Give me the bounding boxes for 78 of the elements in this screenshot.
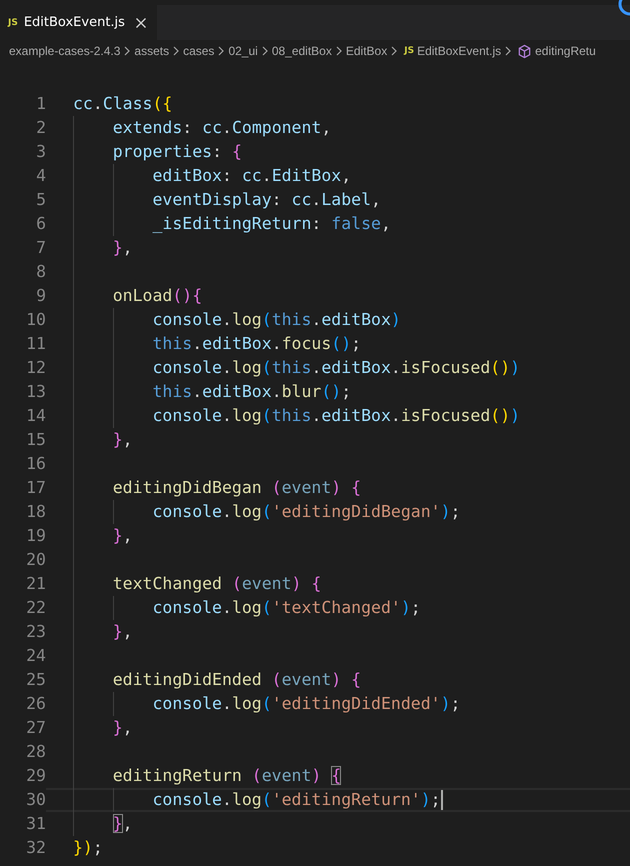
code-line: },	[112, 718, 133, 738]
breadcrumb-item[interactable]: EditBoxEvent.js	[417, 44, 502, 58]
code-line: },	[112, 814, 133, 834]
js-file-icon: JS	[404, 46, 414, 56]
breadcrumb-item[interactable]: editingRetu	[535, 44, 596, 58]
line-number: 27	[25, 717, 46, 739]
breadcrumb-item[interactable]: 08_editBox	[272, 44, 332, 58]
code-line: console.log('textChanged');	[152, 598, 421, 618]
breadcrumb-item[interactable]: 02_ui	[228, 44, 258, 58]
code-line: this.editBox.focus();	[152, 334, 362, 354]
line-number: 5	[35, 189, 46, 211]
line-number: 22	[25, 597, 46, 619]
line-number: 31	[25, 813, 46, 835]
code-line: extends: cc.Component,	[112, 118, 332, 138]
chevron-icon	[391, 46, 398, 56]
line-number: 9	[35, 285, 46, 307]
line-number: 25	[25, 669, 46, 691]
code-line: },	[112, 430, 133, 450]
line-number: 30	[25, 789, 46, 811]
line-number: 10	[25, 309, 46, 331]
line-number: 28	[25, 741, 46, 763]
code-line: },	[112, 238, 133, 258]
line-number: 20	[25, 549, 46, 571]
breadcrumb-item[interactable]: assets	[134, 44, 170, 58]
chevron-icon	[336, 46, 342, 56]
file-tab[interactable]: JS EditBoxEvent.js	[0, 5, 157, 40]
line-number: 8	[35, 261, 46, 283]
line-number: 14	[25, 405, 46, 427]
line-number: 15	[25, 429, 46, 451]
code-line: editBox: cc.EditBox,	[152, 166, 352, 186]
line-number: 12	[25, 357, 46, 379]
code-line: });	[73, 838, 103, 858]
line-number: 13	[25, 381, 46, 403]
code-line: console.log('editingDidEnded');	[152, 694, 460, 714]
chevron-icon	[262, 46, 268, 56]
cube-icon	[517, 44, 532, 58]
code-line: console.log(this.editBox)	[152, 310, 401, 330]
line-number: 2	[35, 117, 46, 139]
line-number: 18	[25, 501, 46, 523]
close-icon[interactable]	[134, 16, 147, 28]
code-line: _isEditingReturn: false,	[152, 214, 391, 234]
code-line: this.editBox.blur();	[152, 382, 352, 402]
line-number: 24	[25, 645, 46, 667]
line-number: 23	[25, 621, 46, 643]
line-number: 17	[25, 477, 46, 499]
breadcrumb-item[interactable]: EditBox	[346, 44, 388, 58]
line-number: 21	[25, 573, 46, 595]
chevron-icon	[505, 46, 512, 56]
breadcrumb-item[interactable]: example-cases-2.4.3	[9, 44, 120, 58]
line-number: 1	[35, 93, 46, 115]
code-line: editingDidBegan (event) {	[112, 478, 362, 498]
line-number: 26	[25, 693, 46, 715]
code-line: properties: {	[112, 142, 242, 162]
line-number: 29	[25, 765, 46, 787]
code-line: onLoad(){	[112, 286, 202, 306]
code-line: cc.Class({	[73, 94, 172, 114]
code-line: console.log('editingDidBegan');	[152, 502, 460, 522]
chevron-icon	[218, 46, 224, 56]
line-number: 19	[25, 525, 46, 547]
line-number: 11	[25, 333, 46, 355]
code-line: console.log(this.editBox.isFocused())	[152, 406, 520, 426]
code-line: textChanged (event) {	[112, 574, 322, 594]
chevron-icon	[124, 46, 130, 56]
breadcrumb-item[interactable]: cases	[183, 44, 214, 58]
line-number: 4	[35, 165, 46, 187]
line-number: 32	[25, 837, 46, 859]
code-line: editingReturn (event) {	[112, 766, 342, 786]
line-number: 6	[35, 213, 46, 235]
code-line: },	[112, 526, 133, 546]
chevron-icon	[173, 46, 180, 56]
code-line: editingDidEnded (event) {	[112, 670, 362, 690]
code-line: console.log('editingReturn');	[152, 790, 443, 810]
line-number: 16	[25, 453, 46, 475]
code-line: eventDisplay: cc.Label,	[152, 190, 381, 210]
line-number: 3	[35, 141, 46, 163]
line-number: 7	[35, 237, 46, 259]
code-line: },	[112, 622, 133, 642]
code-line: console.log(this.editBox.isFocused())	[152, 358, 520, 378]
